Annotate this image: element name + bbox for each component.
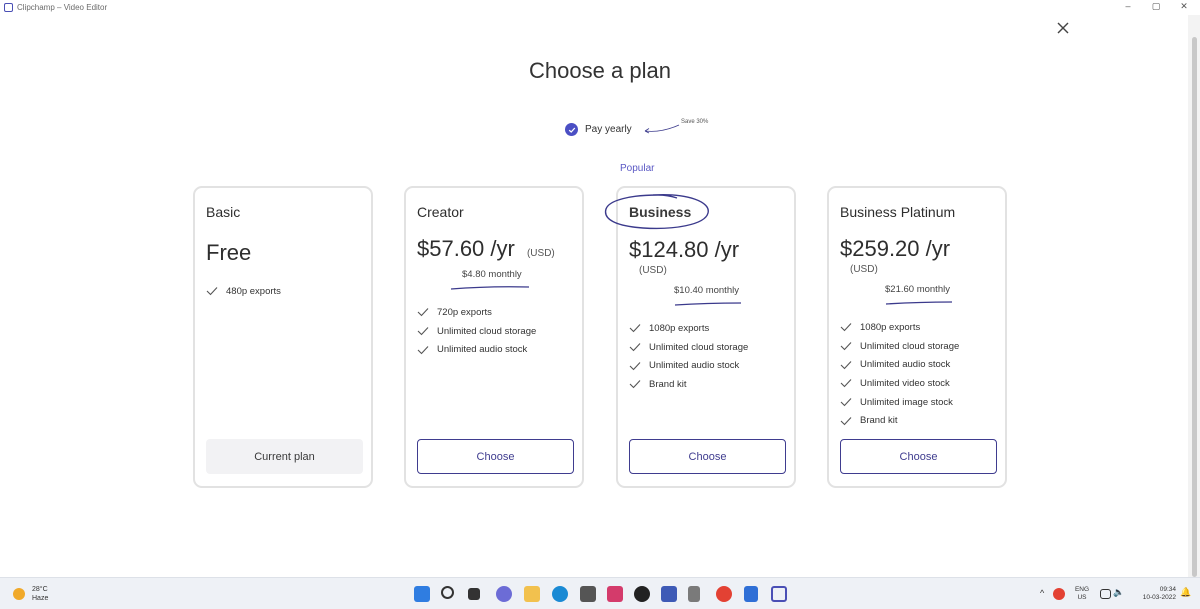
- check-icon: [629, 343, 641, 352]
- feature-item: Unlimited image stock: [840, 393, 959, 412]
- notification-icon[interactable]: 🔔: [1180, 588, 1191, 597]
- chrome-icon[interactable]: [716, 586, 732, 602]
- check-icon: [840, 323, 852, 332]
- edge-icon[interactable]: [552, 586, 568, 602]
- plan-name: Business Platinum: [840, 204, 956, 220]
- weather-temp: 28°C: [32, 586, 48, 593]
- plan-monthly-price: $10.40 monthly: [674, 285, 739, 296]
- feature-list: 720p exports Unlimited cloud storage Unl…: [417, 303, 536, 359]
- choose-creator-button[interactable]: Choose: [417, 439, 574, 474]
- maximize-icon[interactable]: ▢: [1146, 1, 1166, 12]
- feature-item: Unlimited audio stock: [417, 340, 536, 359]
- check-icon: [840, 398, 852, 407]
- window-close-icon[interactable]: ✕: [1174, 1, 1194, 12]
- plan-name: Business: [629, 204, 692, 220]
- feature-item: Unlimited cloud storage: [629, 338, 748, 357]
- language-indicator[interactable]: ENG US: [1071, 586, 1093, 602]
- plan-card-business-platinum: Business Platinum $259.20 /yr (USD) $21.…: [827, 186, 1007, 488]
- volume-icon[interactable]: 🔈: [1113, 588, 1124, 597]
- weather-condition: Haze: [32, 595, 49, 602]
- scrollbar-thumb[interactable]: [1192, 37, 1197, 577]
- file-explorer-icon[interactable]: [524, 586, 540, 602]
- popular-label: Popular: [620, 163, 655, 174]
- plan-card-basic: Basic Free 480p exports Current plan: [193, 186, 373, 488]
- close-icon[interactable]: [1053, 18, 1073, 38]
- handwritten-underline: [674, 302, 742, 306]
- feature-item: 1080p exports: [840, 318, 959, 337]
- chevron-up-icon[interactable]: ^: [1040, 589, 1044, 598]
- plan-currency: (USD): [639, 265, 667, 276]
- pay-yearly-label: Pay yearly: [585, 124, 632, 135]
- store-icon[interactable]: [580, 586, 596, 602]
- current-plan-button[interactable]: Current plan: [206, 439, 363, 474]
- check-icon: [840, 416, 852, 426]
- clipchamp-taskbar-icon[interactable]: [771, 586, 787, 602]
- pay-yearly-toggle[interactable]: Pay yearly: [565, 123, 632, 136]
- check-icon: [840, 360, 852, 370]
- display-icon[interactable]: [1100, 589, 1111, 599]
- plan-card-business: Business $124.80 /yr (USD) $10.40 monthl…: [604, 186, 796, 488]
- media-player-icon[interactable]: [634, 586, 650, 602]
- feature-item: Unlimited video stock: [840, 374, 959, 393]
- handwritten-underline: [450, 286, 530, 290]
- plan-name: Basic: [206, 204, 241, 220]
- feature-item: Unlimited audio stock: [840, 355, 959, 374]
- search-icon[interactable]: [441, 586, 454, 599]
- feature-item: Unlimited cloud storage: [840, 337, 959, 356]
- plan-price: Free: [206, 240, 252, 265]
- check-icon: [417, 308, 429, 317]
- feature-list: 480p exports: [206, 282, 281, 301]
- choose-business-platinum-button[interactable]: Choose: [840, 439, 997, 474]
- feature-list: 1080p exports Unlimited cloud storage Un…: [629, 319, 748, 394]
- taskbar: 28°C Haze ^ ENG US 🔈 09:34 10-03-2022 🔔: [0, 577, 1200, 609]
- check-icon: [629, 324, 641, 333]
- check-icon: [206, 287, 218, 296]
- feature-item: 720p exports: [417, 303, 536, 322]
- chat-icon[interactable]: [496, 586, 512, 602]
- plan-currency: (USD): [850, 264, 878, 275]
- feature-item: Brand kit: [629, 375, 748, 394]
- plan-price: $259.20 /yr: [840, 236, 951, 261]
- plan-currency: (USD): [526, 248, 555, 259]
- check-icon: [840, 342, 852, 351]
- page-title: Choose a plan: [529, 58, 671, 83]
- checkmark-icon: [565, 123, 578, 136]
- minimize-icon[interactable]: –: [1118, 1, 1138, 11]
- check-icon: [629, 361, 641, 371]
- snip-icon[interactable]: [607, 586, 623, 602]
- window-titlebar: Clipchamp – Video Editor – ▢ ✕: [0, 0, 1200, 15]
- plan-monthly-price: $21.60 monthly: [885, 284, 950, 295]
- feature-item: Unlimited cloud storage: [417, 322, 536, 341]
- window-title: Clipchamp – Video Editor: [17, 3, 108, 12]
- plan-price: $57.60 /yr (USD): [417, 236, 555, 261]
- feature-item: Unlimited audio stock: [629, 356, 748, 375]
- check-icon: [417, 345, 429, 355]
- start-icon[interactable]: [414, 586, 430, 602]
- todo-icon[interactable]: [744, 586, 758, 602]
- annotation-arrow-icon: [644, 124, 680, 134]
- feature-item: 480p exports: [206, 282, 281, 301]
- check-icon: [629, 380, 641, 389]
- notepad-icon[interactable]: [688, 586, 700, 602]
- save-note: Save 30%: [681, 119, 709, 125]
- weather-widget[interactable]: 28°C Haze: [13, 585, 48, 603]
- choose-business-button[interactable]: Choose: [629, 439, 786, 474]
- weather-sun-icon: [13, 588, 25, 600]
- tray-chrome-icon[interactable]: [1053, 588, 1065, 600]
- handwritten-underline: [885, 301, 953, 305]
- feature-item: Brand kit: [840, 411, 959, 430]
- check-icon: [840, 379, 852, 388]
- feature-list: 1080p exports Unlimited cloud storage Un…: [840, 318, 959, 430]
- app-icon[interactable]: [661, 586, 677, 602]
- plan-card-creator: Creator $57.60 /yr (USD) $4.80 monthly 7…: [404, 186, 584, 488]
- check-icon: [417, 327, 429, 336]
- plan-name: Creator: [417, 204, 464, 220]
- task-view-icon[interactable]: [468, 588, 480, 600]
- feature-item: 1080p exports: [629, 319, 748, 338]
- scrollbar[interactable]: [1188, 15, 1200, 577]
- clock[interactable]: 09:34 10-03-2022: [1130, 586, 1176, 602]
- clipchamp-logo-icon: [4, 3, 13, 12]
- plan-monthly-price: $4.80 monthly: [462, 269, 522, 280]
- plan-price: $124.80 /yr: [629, 237, 740, 262]
